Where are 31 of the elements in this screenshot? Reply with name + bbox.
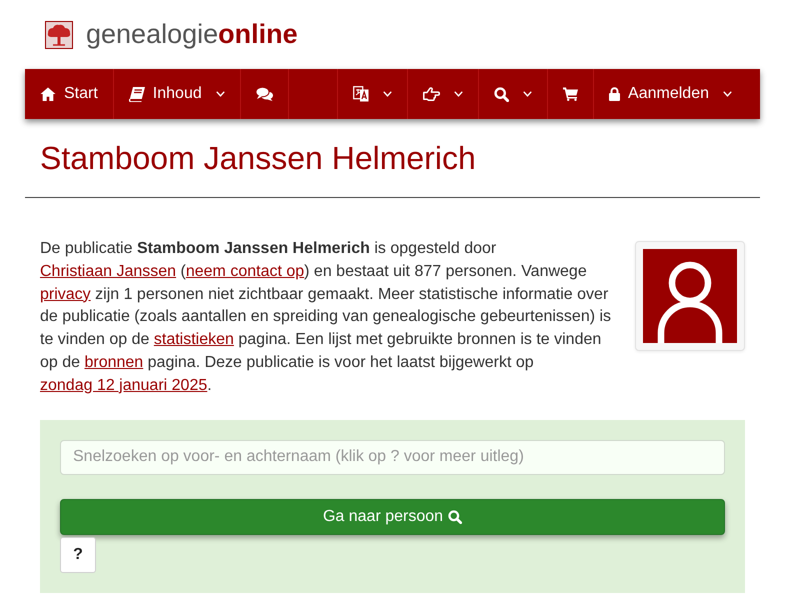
cart-icon — [563, 87, 578, 101]
nav-item[interactable]: Start — [25, 69, 114, 119]
description-paragraph: De publicatie Stamboom Janssen Helmerich is opgesteld door Christiaan Janssen (neem contact op) en bestaat uit 877 personen. Vanwege privacy zijn 1 personen niet zichtbaar gemaakt. Meer statistische informatie over de publicatie (zoals aantallen en spreiding van genealogische gebeurtenissen) is te vinden op de statistieken pagina. Een lijst met gebruikte bronnen is te vinden op de bronnen pagina. Deze publicatie is voor het laatst bijgewerkt op zondag 12 januari 2025. — [40, 239, 612, 396]
inline-link[interactable]: bronnen — [84, 354, 144, 371]
go-to-person-button[interactable]: Ga naar persoon — [60, 498, 725, 535]
caret-icon — [216, 91, 225, 97]
caret-icon — [523, 91, 532, 97]
lock-icon — [609, 87, 620, 101]
search-icon — [494, 86, 510, 102]
tree-logo-icon[interactable] — [45, 20, 73, 48]
inline-link[interactable]: Christiaan Janssen — [40, 262, 176, 280]
book-icon — [128, 86, 145, 102]
caret-icon — [383, 91, 392, 97]
help-button[interactable]: ? — [60, 536, 96, 573]
inline-link[interactable]: neem contact op — [186, 262, 304, 280]
search-icon — [448, 510, 462, 524]
translate-icon — [353, 86, 370, 102]
inline-link[interactable]: privacy — [40, 286, 91, 303]
inline-link[interactable]: zondag 12 januari 2025 — [40, 376, 208, 394]
chat-bubbles-icon — [256, 87, 273, 101]
caret-icon — [454, 91, 464, 97]
caret-icon — [723, 91, 732, 97]
home-icon — [40, 87, 56, 101]
nav-item[interactable]: Inhoud — [114, 69, 241, 119]
site-logo-text[interactable]: genealogieonline — [86, 21, 298, 48]
page-title: Stamboom Janssen Helmerich — [39, 139, 477, 178]
inline-link[interactable]: statistieken — [154, 331, 234, 348]
search-field[interactable]: Snelzoeken op voor- en achternaam (klik op ? voor meer uitleg) — [60, 440, 725, 475]
nav-item[interactable]: Aanmelden — [593, 69, 747, 119]
avatar-icon — [643, 249, 737, 343]
pointing-hand-icon — [423, 87, 440, 101]
